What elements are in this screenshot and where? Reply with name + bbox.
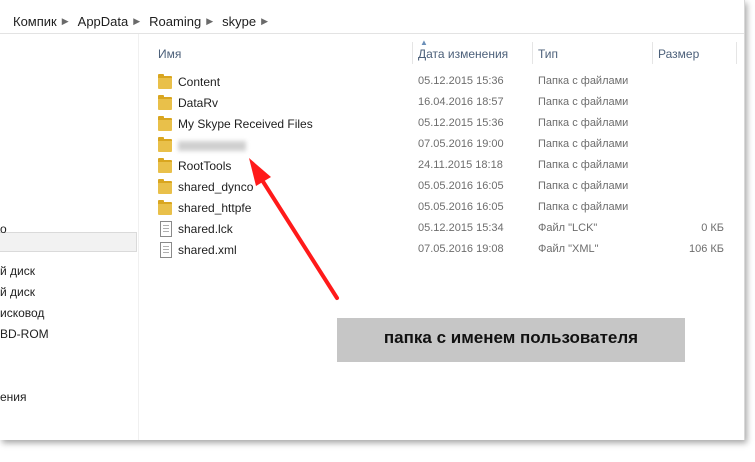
annotation-text: папка с именем пользователя: [383, 328, 639, 347]
annotation-callout: папка с именем пользователя: [337, 318, 685, 362]
red-arrow-annotation: [249, 158, 339, 300]
arrow-shaft: [260, 178, 339, 300]
arrow-head: [249, 158, 271, 186]
